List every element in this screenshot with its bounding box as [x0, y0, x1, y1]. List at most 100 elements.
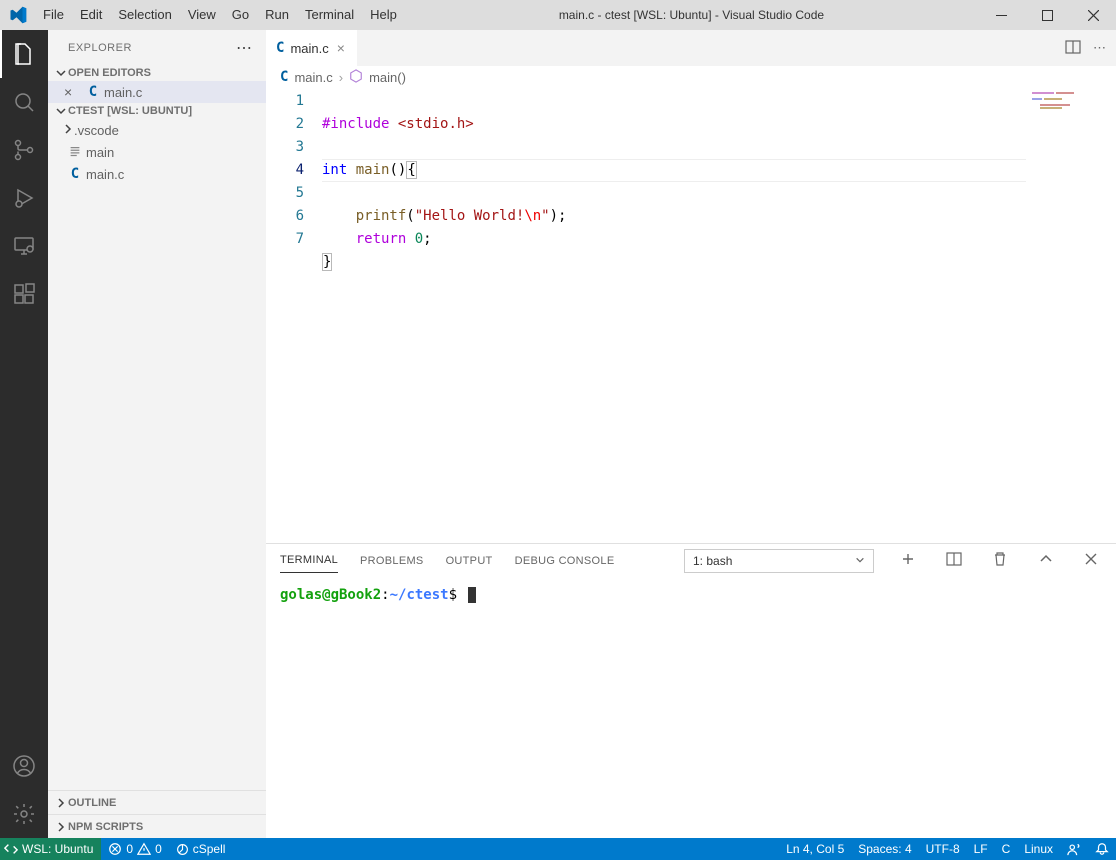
- titlebar: File Edit Selection View Go Run Terminal…: [0, 0, 1116, 30]
- workspace-label: CTEST [WSL: UBUNTU]: [68, 105, 192, 117]
- terminal-selector[interactable]: 1: bash: [684, 549, 874, 573]
- terminal-selector-label: 1: bash: [693, 554, 732, 568]
- status-bar: WSL: Ubuntu 0 0 cSpell Ln 4, Col 5 Space…: [0, 838, 1116, 860]
- workspace-header[interactable]: CTEST [WSL: UBUNTU]: [48, 103, 266, 119]
- c-file-icon: C: [64, 166, 86, 182]
- minimap[interactable]: [1026, 88, 1116, 543]
- c-file-icon: C: [280, 69, 288, 85]
- open-editors-label: OPEN EDITORS: [68, 67, 151, 79]
- vscode-logo-icon: [0, 6, 35, 24]
- open-editors-header[interactable]: OPEN EDITORS: [48, 65, 266, 81]
- explorer-sidebar: EXPLORER ⋯ OPEN EDITORS × C main.c CTEST…: [48, 30, 266, 838]
- chevron-down-icon: [855, 554, 865, 568]
- open-editor-item[interactable]: × C main.c: [48, 81, 266, 103]
- chevron-down-icon: [54, 67, 68, 79]
- npm-scripts-header[interactable]: NPM SCRIPTS: [48, 814, 266, 838]
- status-problems[interactable]: 0 0: [101, 838, 168, 860]
- file-main-c[interactable]: C main.c: [48, 163, 266, 185]
- close-panel-icon[interactable]: [1080, 552, 1102, 569]
- menu-terminal[interactable]: Terminal: [297, 0, 362, 30]
- breadcrumb-file[interactable]: main.c: [294, 70, 332, 85]
- activity-bar: [0, 30, 48, 838]
- file-icon: [64, 145, 86, 159]
- terminal-body[interactable]: golas@gBook2:~/ctest$: [266, 577, 1116, 838]
- outline-label: OUTLINE: [68, 797, 116, 809]
- window-close-button[interactable]: [1070, 0, 1116, 30]
- explorer-title: EXPLORER: [68, 42, 132, 54]
- status-notifications-icon[interactable]: [1088, 842, 1116, 856]
- code-editor[interactable]: 1 2 3 4 5 6 7 #include <stdio.h> int mai…: [266, 88, 1116, 543]
- window-minimize-button[interactable]: [978, 0, 1024, 30]
- activity-search-icon[interactable]: [0, 78, 48, 126]
- folder-vscode[interactable]: .vscode: [48, 119, 266, 141]
- menu-run[interactable]: Run: [257, 0, 297, 30]
- breadcrumb-symbol[interactable]: main(): [369, 70, 406, 85]
- status-warnings-count: 0: [155, 842, 162, 856]
- file-label: main: [86, 145, 114, 160]
- panel-tab-output[interactable]: OUTPUT: [446, 549, 493, 573]
- folder-label: .vscode: [74, 123, 119, 138]
- terminal-cursor: [468, 587, 476, 603]
- file-main-bin[interactable]: main: [48, 141, 266, 163]
- activity-remote-explorer-icon[interactable]: [0, 222, 48, 270]
- status-cspell-label: cSpell: [193, 842, 226, 856]
- panel-tab-problems[interactable]: PROBLEMS: [360, 549, 424, 573]
- chevron-right-icon: [54, 821, 68, 833]
- terminal-userhost: golas@gBook2: [280, 587, 381, 603]
- menu-help[interactable]: Help: [362, 0, 405, 30]
- activity-settings-icon[interactable]: [0, 790, 48, 838]
- tab-bar: C main.c × ⋯: [266, 30, 1116, 66]
- status-indentation[interactable]: Spaces: 4: [851, 842, 918, 856]
- menu-view[interactable]: View: [180, 0, 224, 30]
- editor-group: C main.c × ⋯ C main.c › main(): [266, 30, 1116, 838]
- breadcrumbs[interactable]: C main.c › main(): [266, 66, 1116, 88]
- c-file-icon: C: [276, 40, 284, 56]
- menu-selection[interactable]: Selection: [110, 0, 179, 30]
- status-errors-count: 0: [126, 842, 133, 856]
- panel: TERMINAL PROBLEMS OUTPUT DEBUG CONSOLE 1…: [266, 543, 1116, 838]
- menu-edit[interactable]: Edit: [72, 0, 110, 30]
- more-actions-icon[interactable]: ⋯: [1093, 40, 1108, 56]
- status-cursor-position[interactable]: Ln 4, Col 5: [779, 842, 851, 856]
- window-maximize-button[interactable]: [1024, 0, 1070, 30]
- code-content[interactable]: #include <stdio.h> int main(){ printf("H…: [322, 88, 1026, 543]
- activity-extensions-icon[interactable]: [0, 270, 48, 318]
- split-terminal-icon[interactable]: [942, 551, 966, 570]
- c-file-icon: C: [82, 84, 104, 100]
- window-title: main.c - ctest [WSL: Ubuntu] - Visual St…: [405, 8, 978, 22]
- status-feedback-icon[interactable]: [1060, 842, 1088, 856]
- panel-tab-terminal[interactable]: TERMINAL: [280, 548, 338, 573]
- open-editor-label: main.c: [104, 85, 142, 100]
- split-editor-icon[interactable]: [1065, 39, 1081, 58]
- maximize-panel-icon[interactable]: [1034, 551, 1058, 570]
- menu-file[interactable]: File: [35, 0, 72, 30]
- kill-terminal-icon[interactable]: [988, 551, 1012, 570]
- new-terminal-icon[interactable]: [896, 551, 920, 570]
- chevron-right-icon: [62, 123, 74, 138]
- tab-label: main.c: [290, 41, 328, 56]
- status-remote[interactable]: WSL: Ubuntu: [0, 838, 101, 860]
- terminal-path: ~/ctest: [390, 587, 449, 603]
- status-cspell[interactable]: cSpell: [169, 838, 233, 860]
- status-language[interactable]: C: [995, 842, 1018, 856]
- activity-run-debug-icon[interactable]: [0, 174, 48, 222]
- activity-explorer-icon[interactable]: [0, 30, 48, 78]
- chevron-down-icon: [54, 105, 68, 117]
- activity-source-control-icon[interactable]: [0, 126, 48, 174]
- status-encoding[interactable]: UTF-8: [919, 842, 967, 856]
- chevron-right-icon: ›: [339, 70, 343, 85]
- status-os[interactable]: Linux: [1017, 842, 1060, 856]
- close-icon[interactable]: ×: [335, 40, 347, 56]
- close-icon[interactable]: ×: [64, 84, 82, 100]
- status-remote-label: WSL: Ubuntu: [22, 842, 93, 856]
- outline-header[interactable]: OUTLINE: [48, 790, 266, 814]
- line-number-gutter: 1 2 3 4 5 6 7: [266, 88, 322, 543]
- npm-scripts-label: NPM SCRIPTS: [68, 821, 143, 833]
- explorer-more-icon[interactable]: ⋯: [236, 38, 254, 58]
- activity-accounts-icon[interactable]: [0, 742, 48, 790]
- current-line-highlight: [322, 159, 1026, 182]
- tab-main-c[interactable]: C main.c ×: [266, 30, 357, 66]
- menu-go[interactable]: Go: [224, 0, 257, 30]
- panel-tab-debug-console[interactable]: DEBUG CONSOLE: [515, 549, 615, 573]
- status-eol[interactable]: LF: [967, 842, 995, 856]
